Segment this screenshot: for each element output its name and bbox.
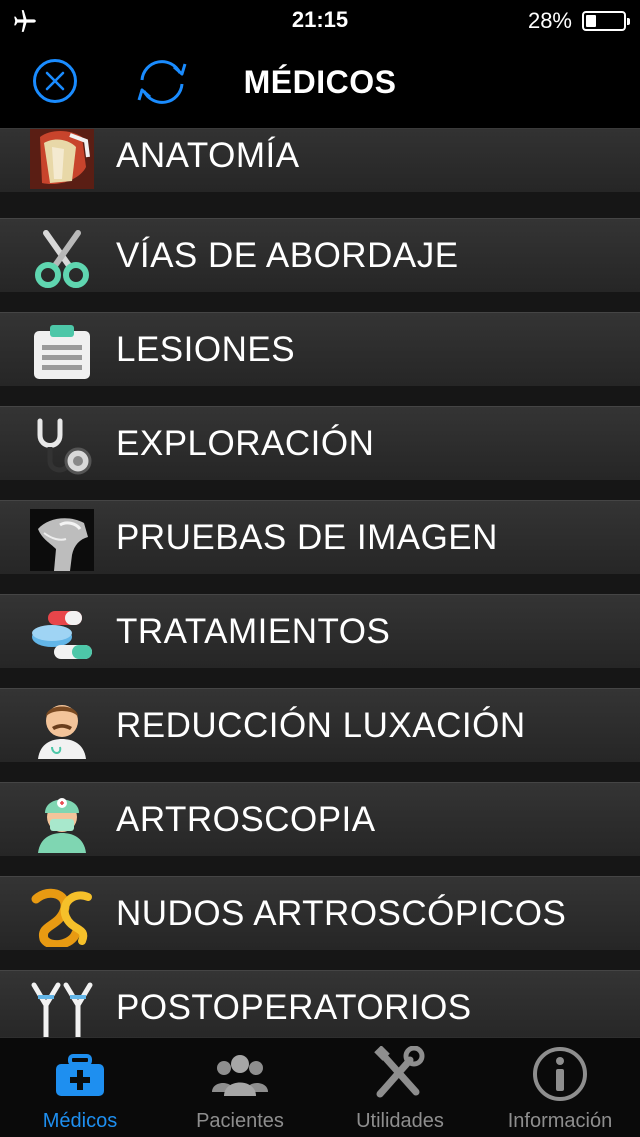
tab-bar: Médicos Pacientes Utilidades Información: [0, 1037, 640, 1137]
menu-list: ANATOMÍA VÍAS DE ABORDAJE LESIONES EXPLO…: [0, 129, 640, 1037]
tab-label: Pacientes: [196, 1110, 284, 1132]
menu-item-label: NUDOS ARTROSCÓPICOS: [116, 894, 567, 933]
tab-label: Utilidades: [356, 1110, 444, 1132]
menu-item-vias-de-abordaje[interactable]: VÍAS DE ABORDAJE: [0, 218, 640, 292]
status-bar: 21:15 28%: [0, 0, 640, 40]
menu-item-label: ANATOMÍA: [116, 136, 300, 175]
navigation-bar: MÉDICOS: [0, 40, 640, 129]
tools-icon: [374, 1046, 425, 1098]
menu-item-reduccion-luxacion[interactable]: REDUCCIÓN LUXACIÓN: [0, 688, 640, 762]
menu-item-lesiones[interactable]: LESIONES: [0, 312, 640, 386]
tab-informacion[interactable]: Información: [480, 1038, 640, 1137]
menu-item-label: VÍAS DE ABORDAJE: [116, 236, 459, 275]
menu-item-label: TRATAMIENTOS: [116, 612, 391, 651]
crutches-icon: [30, 979, 94, 1037]
menu-item-anatomia[interactable]: ANATOMÍA: [0, 129, 640, 192]
xray-icon: [30, 509, 94, 571]
tab-utilidades[interactable]: Utilidades: [320, 1038, 480, 1137]
info-icon: [533, 1047, 587, 1101]
menu-item-pruebas-de-imagen[interactable]: PRUEBAS DE IMAGEN: [0, 500, 640, 574]
scissors-icon: [30, 227, 94, 289]
anatomy-shoulder-icon: [30, 129, 94, 189]
doctor-icon: [30, 697, 94, 759]
tab-label: Información: [507, 1110, 613, 1132]
menu-item-label: LESIONES: [116, 330, 296, 369]
menu-item-exploracion[interactable]: EXPLORACIÓN: [0, 406, 640, 480]
people-icon: [212, 1055, 268, 1096]
menu-item-nudos-artroscopicos[interactable]: NUDOS ARTROSCÓPICOS: [0, 876, 640, 950]
menu-item-label: PRUEBAS DE IMAGEN: [116, 518, 498, 557]
knot-icon: [30, 885, 94, 947]
battery-percent: 28%: [527, 8, 572, 33]
clipboard-icon: [30, 321, 94, 383]
menu-item-label: EXPLORACIÓN: [116, 424, 375, 463]
pills-icon: [30, 603, 94, 665]
stethoscope-icon: [30, 415, 94, 477]
menu-item-artroscopia[interactable]: ARTROSCOPIA: [0, 782, 640, 856]
menu-item-label: REDUCCIÓN LUXACIÓN: [116, 706, 526, 745]
menu-item-label: POSTOPERATORIOS: [116, 988, 472, 1027]
battery-icon: [582, 11, 630, 31]
surgeon-icon: [30, 791, 94, 853]
page-title: MÉDICOS: [243, 64, 397, 100]
tab-medicos[interactable]: Médicos: [0, 1038, 160, 1137]
menu-item-postoperatorios[interactable]: POSTOPERATORIOS: [0, 970, 640, 1037]
menu-item-tratamientos[interactable]: TRATAMIENTOS: [0, 594, 640, 668]
tab-label: Médicos: [42, 1110, 118, 1132]
menu-item-label: ARTROSCOPIA: [116, 800, 376, 839]
medical-kit-icon: [56, 1054, 104, 1096]
tab-pacientes[interactable]: Pacientes: [160, 1038, 320, 1137]
